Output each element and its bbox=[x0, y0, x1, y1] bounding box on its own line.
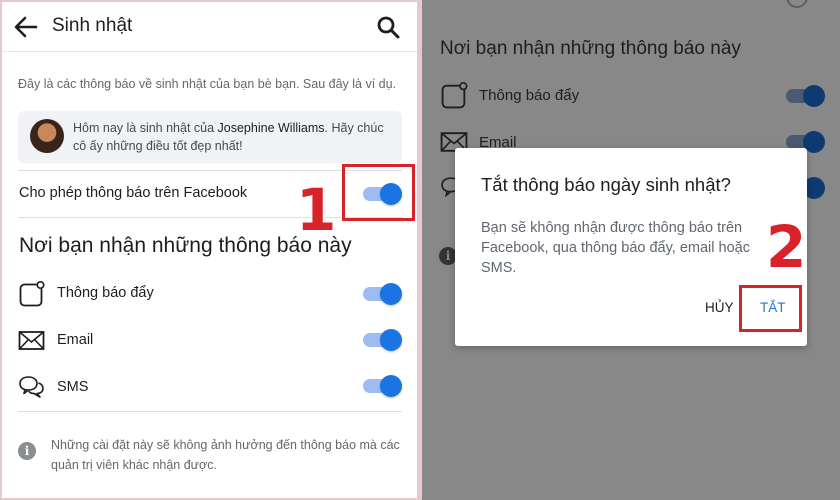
step-number-1: 1 bbox=[296, 176, 337, 244]
search-icon[interactable] bbox=[376, 15, 400, 39]
settings-panel: Sinh nhật Đây là các thông báo về sinh n… bbox=[2, 2, 417, 498]
step-number-2: 2 bbox=[766, 213, 807, 281]
allow-notifications-label: Cho phép thông báo trên Facebook bbox=[19, 185, 248, 201]
email-toggle[interactable] bbox=[363, 328, 403, 352]
channel-label-push: Thông báo đẩy bbox=[57, 285, 154, 301]
toggle-knob bbox=[786, 0, 808, 8]
info-icon: i bbox=[18, 442, 36, 460]
divider bbox=[18, 411, 402, 412]
push-notification-toggle[interactable] bbox=[363, 282, 403, 306]
toggle-knob bbox=[380, 329, 402, 351]
email-icon bbox=[18, 331, 45, 350]
avatar bbox=[30, 119, 64, 153]
toggle-knob bbox=[380, 283, 402, 305]
channel-label-email: Email bbox=[57, 332, 94, 348]
page-title: Sinh nhật bbox=[52, 15, 133, 36]
toggle-knob bbox=[803, 85, 825, 107]
push-notification-toggle bbox=[786, 84, 826, 108]
highlight-box-step-2 bbox=[739, 285, 802, 332]
settings-note: Những cài đặt này sẽ không ảnh hưởng đến… bbox=[51, 438, 400, 472]
app-header: Sinh nhật bbox=[2, 2, 417, 50]
push-notification-icon bbox=[19, 281, 45, 307]
preview-name: Josephine Williams bbox=[217, 121, 325, 135]
preview-text: Hôm nay là sinh nhật của Josephine Willi… bbox=[73, 119, 393, 155]
notification-preview: Hôm nay là sinh nhật của Josephine Willi… bbox=[18, 111, 402, 163]
sms-toggle[interactable] bbox=[363, 374, 403, 398]
header-divider bbox=[2, 51, 417, 52]
channel-label-push: Thông báo đẩy bbox=[479, 87, 580, 104]
preview-prefix: Hôm nay là sinh nhật của bbox=[73, 121, 218, 135]
dialog-title: Tắt thông báo ngày sinh nhật? bbox=[481, 174, 731, 195]
toggle-knob bbox=[380, 375, 402, 397]
dialog-body: Bạn sẽ không nhận được thông báo trên Fa… bbox=[481, 220, 750, 276]
back-arrow-icon[interactable] bbox=[13, 14, 39, 40]
push-notification-icon bbox=[441, 82, 468, 109]
settings-description: Đây là các thông báo về sinh nhật của bạ… bbox=[18, 77, 397, 91]
sms-icon bbox=[19, 376, 44, 398]
highlight-box-step-1 bbox=[342, 164, 415, 221]
cancel-button[interactable]: HỦY bbox=[705, 300, 734, 315]
section-title: Nơi bạn nhận những thông báo này bbox=[440, 38, 741, 59]
channel-label-sms: SMS bbox=[57, 379, 89, 395]
